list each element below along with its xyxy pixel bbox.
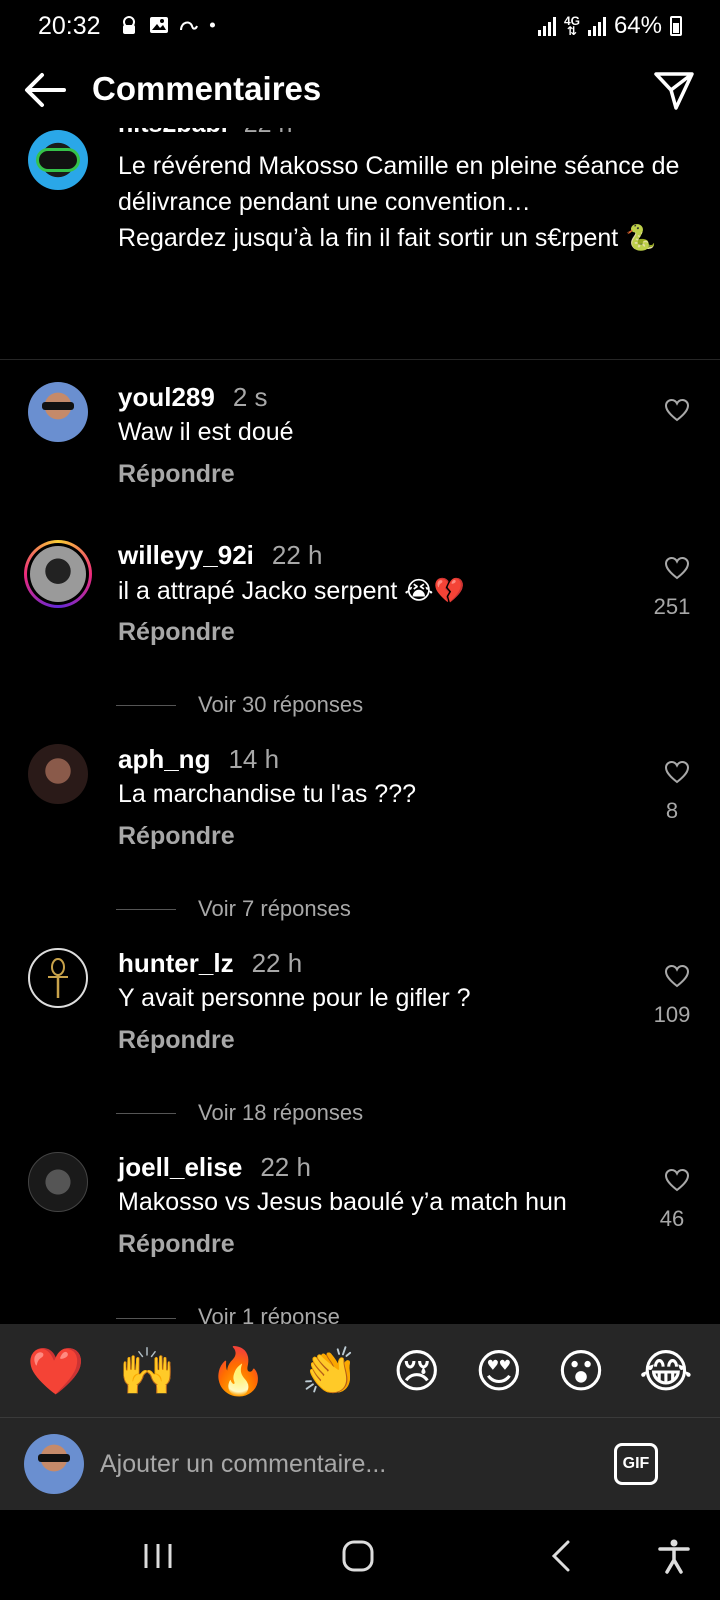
gif-button[interactable]: GIF: [614, 1443, 658, 1485]
signal-icon: [537, 16, 556, 36]
page-title: Commentaires: [92, 70, 322, 107]
emoji-fire[interactable]: 🔥: [210, 1348, 267, 1394]
heart-icon[interactable]: [664, 556, 690, 580]
view-replies-button[interactable]: Voir 18 réponses: [116, 1100, 363, 1126]
comment-time: 22 h: [271, 540, 323, 570]
comment-time: 14 h: [228, 744, 280, 774]
comment-text: La marchandise tu l'as ???: [118, 780, 417, 808]
avatar[interactable]: [28, 382, 88, 442]
comment-text: Y avait personne pour le gifler ?: [118, 984, 471, 1012]
back-icon[interactable]: [542, 1538, 582, 1574]
header: Commentaires: [0, 52, 720, 128]
like-count: 109: [653, 1002, 691, 1027]
comment-text: il a attrapé Jacko serpent 😭💔: [118, 577, 465, 605]
status-system-icons: 4G ⇅ 64%: [537, 12, 682, 40]
avatar: [24, 1434, 84, 1494]
emoji-crying[interactable]: 😢: [393, 1348, 441, 1394]
emoji-laughing[interactable]: 😂: [639, 1348, 693, 1394]
battery-percent: 64%: [613, 12, 662, 39]
comment-text: Makosso vs Jesus baoulé y’a match hun: [118, 1188, 567, 1216]
post-caption: nits2babi22 h Le révérend Makosso Camill…: [0, 128, 720, 360]
recent-apps-icon[interactable]: [138, 1538, 178, 1574]
comment-composer: GIF: [0, 1418, 720, 1510]
arrow-left-icon[interactable]: [22, 70, 66, 110]
network-label: 4G: [563, 14, 580, 28]
status-bar: 20:32 4G ⇅ 64%: [0, 0, 720, 52]
reply-button[interactable]: Répondre: [118, 1026, 235, 1055]
comments-screen: 20:32 4G⇅ 64% Commentaires nits2babi22 h…: [0, 0, 720, 1600]
heart-icon[interactable]: [664, 398, 690, 422]
vpn-icon: [123, 16, 135, 34]
heart-icon[interactable]: [664, 964, 690, 988]
battery-icon: [670, 16, 682, 36]
comment-username[interactable]: willeyy_92i 22 h: [118, 540, 323, 571]
emoji-bar: ❤️ 🙌 🔥 👏 😢 😍 😮 😂: [0, 1324, 720, 1418]
status-time: 20:32: [38, 12, 101, 40]
avatar[interactable]: [28, 1152, 88, 1212]
emoji-surprised[interactable]: 😮: [557, 1348, 605, 1394]
avatar[interactable]: [24, 540, 92, 608]
caption-time: 22 h: [244, 128, 293, 138]
caption-text: Le révérend Makosso Camille en pleine sé…: [118, 152, 680, 252]
like-count: 8: [665, 798, 679, 823]
avatar[interactable]: [28, 130, 88, 190]
comment-time: 22 h: [260, 1152, 311, 1182]
status-notification-icons: [118, 14, 222, 36]
reply-button[interactable]: Répondre: [118, 822, 235, 851]
accessibility-icon[interactable]: [654, 1538, 694, 1574]
heart-icon[interactable]: [664, 760, 690, 784]
reply-button[interactable]: Répondre: [118, 618, 235, 647]
assistant-icon: [180, 21, 198, 31]
home-icon[interactable]: [338, 1538, 378, 1574]
comment-text: Waw il est doué: [118, 418, 294, 446]
network-4g-icon: 4G ⇅: [563, 14, 580, 38]
like-count: 46: [659, 1206, 685, 1231]
comment-input[interactable]: [100, 1442, 580, 1486]
heart-icon[interactable]: [664, 1168, 690, 1192]
view-replies-button[interactable]: Voir 7 réponses: [116, 896, 351, 922]
signal-icon: [587, 16, 606, 36]
dot-icon: [209, 22, 215, 28]
comment-username[interactable]: youl289 2 s: [118, 382, 268, 413]
emoji-heart-eyes[interactable]: 😍: [475, 1348, 523, 1394]
ankh-icon: [48, 958, 68, 998]
emoji-raised-hands[interactable]: 🙌: [118, 1348, 175, 1394]
comment-time: 22 h: [251, 948, 303, 978]
caption-username[interactable]: nits2babi22 h: [118, 128, 292, 139]
comment-username[interactable]: joell_elise 22 h: [118, 1152, 311, 1183]
emoji-clapping[interactable]: 👏: [301, 1348, 358, 1394]
paper-plane-icon[interactable]: [652, 68, 696, 112]
avatar[interactable]: [28, 744, 88, 804]
reply-button[interactable]: Répondre: [118, 1230, 235, 1259]
system-nav-bar: [0, 1510, 720, 1600]
emoji-heart[interactable]: ❤️: [27, 1348, 84, 1394]
avatar[interactable]: [28, 948, 88, 1008]
gallery-icon: [150, 17, 168, 33]
like-count: 251: [653, 594, 691, 619]
view-replies-button[interactable]: Voir 1 réponse: [116, 1304, 340, 1324]
comment-username[interactable]: aph_ng 14 h: [118, 744, 279, 775]
reply-button[interactable]: Répondre: [118, 460, 235, 489]
comment-time: 2 s: [232, 382, 268, 412]
comment-username[interactable]: hunter_lz 22 h: [118, 948, 302, 979]
view-replies-button[interactable]: Voir 30 réponses: [116, 692, 363, 718]
